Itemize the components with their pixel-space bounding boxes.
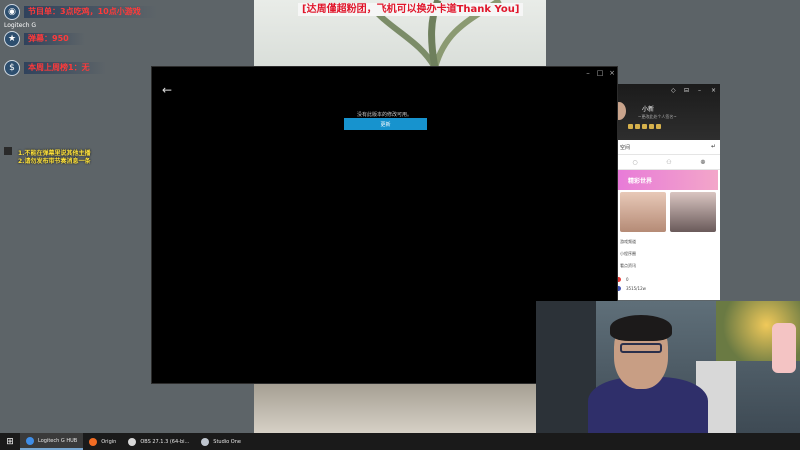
qq-badges	[628, 124, 661, 129]
cam-shelf	[536, 301, 596, 433]
status-dot-icon	[618, 277, 621, 282]
skin-icon[interactable]: ◇	[671, 87, 676, 94]
qq-menu-label[interactable]: 空间	[620, 144, 718, 151]
list-item[interactable]: 小程序圈	[620, 251, 636, 257]
taskbar-label: OBS 27.1.3 (64-bi...	[140, 438, 190, 445]
taskbar-item-origin[interactable]: Origin	[83, 433, 122, 450]
cam-glasses	[620, 343, 662, 353]
badge-icon	[635, 124, 640, 129]
qq-panel: ◇ ⊟ – × 小新 ~更改此处个人签名~ 空间 ↵ ○ ⚇ ⚉ 精彩世界 游戏…	[618, 84, 720, 300]
taskbar: ⊞ Logitech G HUB Origin OBS 27.1.3 (64-b…	[0, 433, 800, 450]
stream-notes: 1.不能在弹幕里说其他主播 2.请勿发布带节奏消息一条	[18, 150, 90, 166]
taskbar-item-studio-one[interactable]: Studio One	[195, 433, 247, 450]
qq-minimize-button[interactable]: –	[698, 87, 701, 94]
chat-icon[interactable]: ○	[632, 159, 637, 166]
obs-icon	[128, 437, 137, 446]
list-item[interactable]: 游戏频道	[620, 239, 636, 245]
contact-icon[interactable]: ⚇	[666, 159, 671, 166]
qq-count: 3515/12w	[626, 286, 646, 291]
tile-icon[interactable]: ⊟	[684, 87, 689, 94]
star-icon: ★	[4, 31, 20, 47]
taskbar-item-obs[interactable]: OBS 27.1.3 (64-bi...	[122, 433, 195, 450]
taskbar-label: Studio One	[213, 438, 241, 445]
qq-close-button[interactable]: ×	[711, 87, 716, 94]
note-marker	[4, 147, 12, 155]
list-item[interactable]: 看点资讯	[620, 263, 636, 269]
qq-signature[interactable]: ~更改此处个人签名~	[638, 114, 677, 120]
cam-person-hair	[610, 315, 672, 341]
update-button[interactable]: 更新	[344, 118, 427, 130]
badge-icon	[649, 124, 654, 129]
badge-icon	[642, 124, 647, 129]
taskbar-label: Logitech G HUB	[38, 437, 78, 444]
promo-image[interactable]	[670, 192, 716, 232]
origin-icon	[89, 437, 98, 446]
minimize-button[interactable]: –	[582, 69, 594, 77]
note-line: 1.不能在弹幕里说其他主播	[18, 150, 91, 157]
badge-icon	[628, 124, 633, 129]
return-icon[interactable]: ↵	[711, 143, 716, 150]
taskbar-label: Origin	[101, 438, 117, 445]
cam-bear-figure	[772, 323, 796, 373]
qq-count: 0	[626, 277, 629, 282]
update-message: 没有此版本的修改可用。	[356, 112, 412, 118]
close-button[interactable]: ×	[606, 69, 618, 77]
badge-icon	[656, 124, 661, 129]
camera-icon: ◉	[4, 4, 20, 20]
status-dot-icon	[618, 286, 621, 291]
overlay-label: 弹幕：950	[24, 33, 85, 45]
promo-image[interactable]	[620, 192, 666, 232]
dollar-icon: $	[4, 60, 20, 76]
overlay-label: 节目单：3点吃鸡，10点小游戏	[24, 6, 157, 18]
overlay-row-rank: $ 本周上周榜1：无	[4, 60, 106, 76]
studio-one-icon	[201, 437, 210, 446]
windows-start-icon[interactable]: ⊞	[0, 433, 20, 450]
qq-username: 小新	[642, 106, 655, 113]
avatar[interactable]	[618, 102, 626, 120]
stream-marquee: [达周僅超粉团，飞机可以换办卡道Thank You]	[298, 3, 524, 16]
background-photo-bottom	[254, 384, 546, 433]
webcam-feed	[536, 301, 800, 433]
qq-banner[interactable]: 精彩世界	[618, 170, 718, 190]
back-arrow-icon[interactable]: ←	[162, 83, 172, 97]
taskbar-item-ghub[interactable]: Logitech G HUB	[20, 433, 84, 450]
overlay-row-danmu: ★ 弹幕：950	[4, 31, 85, 47]
maximize-button[interactable]: □	[594, 69, 606, 77]
qq-header: ◇ ⊟ – × 小新 ~更改此处个人签名~	[618, 84, 720, 140]
qq-tabs: ○ ⚇ ⚉	[618, 154, 720, 170]
overlay-row-schedule: ◉ 节目单：3点吃鸡，10点小游戏	[4, 4, 157, 20]
ghub-icon	[26, 436, 34, 445]
overlay-label: 本周上周榜1：无	[24, 62, 106, 74]
note-line: 2.请勿发布带节奏消息一条	[18, 158, 91, 165]
logitech-caption: Logitech G	[4, 22, 37, 29]
group-icon[interactable]: ⚉	[700, 159, 705, 166]
